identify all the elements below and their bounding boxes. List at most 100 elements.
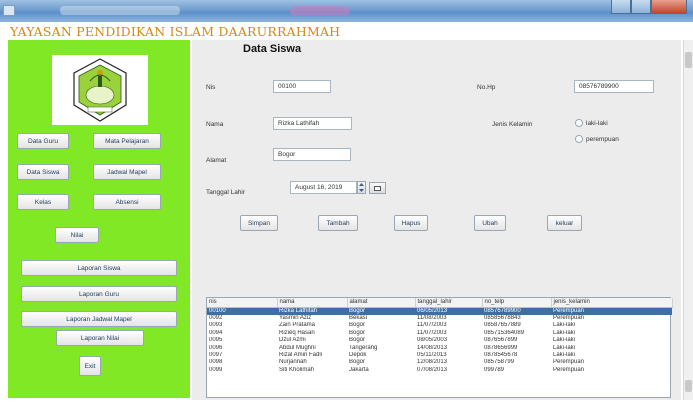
table-cell: Rizieq Hasan <box>279 329 315 336</box>
table-header: nis nama alamat tanggal_lahir no_telp jenis_k… <box>207 298 673 308</box>
table-cell: 0096 <box>209 344 223 351</box>
table-cell: Bekasi <box>349 314 368 321</box>
minimize-button[interactable] <box>611 0 631 14</box>
column-header[interactable]: no_telp <box>482 298 552 308</box>
close-button[interactable] <box>651 0 687 14</box>
table-cell: 0878656999 <box>484 344 518 351</box>
table-cell: 0876567899 <box>484 337 518 344</box>
table-cell: 099789 <box>484 366 505 373</box>
table-cell: Depok <box>349 351 367 358</box>
tanggal-lahir-label: Tanggal Lahir <box>206 189 246 196</box>
scrollbar-thumb[interactable] <box>685 52 692 68</box>
table-cell: 0092 <box>209 314 223 321</box>
exit-button[interactable]: Exit <box>79 356 101 376</box>
laki-laki-radio[interactable] <box>575 119 583 127</box>
alamat-field[interactable]: Bogor <box>273 148 351 161</box>
nama-label: Nama <box>206 121 224 128</box>
table-cell: Jakarta <box>349 366 369 373</box>
table-row[interactable]: 0098 Nurjannah Bogor 12/08/2013 085758799 Per… <box>207 359 672 366</box>
school-logo-icon <box>73 58 127 122</box>
table-cell: 08576789900 <box>482 307 551 315</box>
data-guru-button[interactable]: Data Guru <box>17 133 69 149</box>
window-controls <box>611 0 687 14</box>
perempuan-radio-label: perempuan <box>586 136 619 143</box>
org-title: YAYASAN PENDIDIKAN ISLAM DAARURRAHMAH <box>10 24 341 39</box>
table-cell: 12/08/2013 <box>417 359 448 366</box>
table-row[interactable]: 0096 Abdul Mughni Tangerang 14/08/2013 08786… <box>207 345 672 352</box>
absensi-button[interactable]: Absensi <box>93 194 161 210</box>
table-row[interactable]: 00100 Rizka Lathifah Bogor 06/05/2013 085767… <box>207 307 672 315</box>
maximize-button[interactable] <box>631 0 651 14</box>
perempuan-radio[interactable] <box>575 135 583 143</box>
table-cell: 0095 <box>209 337 223 344</box>
keluar-button[interactable]: keluar <box>547 215 582 231</box>
vertical-scrollbar[interactable] <box>683 40 693 400</box>
table-cell: Laki-laki <box>553 344 576 351</box>
table-cell: Bogor <box>349 329 366 336</box>
alamat-label: Alamat <box>206 157 227 164</box>
column-header[interactable]: nis <box>207 298 278 308</box>
column-header[interactable]: jenis_kelamin <box>551 298 673 308</box>
table-cell: 0097 <box>209 351 223 358</box>
table-row[interactable]: 0092 Yasmin Aziz Bekasi 11/08/2003 085856788… <box>207 315 672 322</box>
data-siswa-button[interactable]: Data Siswa <box>17 164 69 180</box>
table-cell: 06/05/2013 <box>415 307 482 315</box>
kelas-button[interactable]: Kelas <box>17 194 69 210</box>
mata-pelajaran-button[interactable]: Mata Pelajaran <box>93 133 161 149</box>
table-cell: 11/08/2003 <box>417 314 447 321</box>
laporan-jadwal-mapel-button[interactable]: Laporan Jadwal Mapel <box>21 311 177 327</box>
nis-label: Nis <box>206 84 216 91</box>
table-cell: 0098 <box>209 359 223 366</box>
simpan-button[interactable]: Simpan <box>240 215 278 231</box>
table-body: 00100 Rizka Lathifah Bogor 06/05/2013 085767… <box>207 307 672 374</box>
table-cell: Perempuan <box>553 314 585 321</box>
table-cell: 08585678843 <box>484 314 521 321</box>
table-row[interactable]: 0099 Siti Kholimah Jakarta 07/08/2013 099789… <box>207 367 672 374</box>
column-header[interactable]: nama <box>277 298 348 308</box>
spinner-arrows-icon <box>359 183 364 192</box>
column-header[interactable]: alamat <box>347 298 416 308</box>
table-cell: Nurjannah <box>279 359 307 366</box>
table-cell: 08587657889 <box>484 322 521 329</box>
tanggal-lahir-field[interactable]: August 16, 2019 <box>290 181 357 194</box>
table-cell: Bogor <box>349 337 366 344</box>
laporan-guru-button[interactable]: Laporan Guru <box>21 286 177 302</box>
ubah-button[interactable]: Ubah <box>474 215 506 231</box>
window-titlebar[interactable] <box>0 0 693 22</box>
nama-field[interactable]: Rizka Lathifah <box>273 117 352 130</box>
table-cell: 07/08/2013 <box>417 366 448 373</box>
siswa-table[interactable]: nis nama alamat tanggal_lahir no_telp jenis_k… <box>206 297 673 398</box>
table-cell: 0093 <box>209 322 223 329</box>
nis-field[interactable]: 00100 <box>273 80 331 93</box>
table-cell: 085715364089 <box>484 329 525 336</box>
spinner-icon[interactable] <box>357 181 366 194</box>
table-cell: Zain Pratama <box>279 322 316 329</box>
tambah-button[interactable]: Tambah <box>318 215 358 231</box>
table-cell: Bogor <box>349 322 366 329</box>
table-cell: 11/07/2003 <box>417 329 447 336</box>
hapus-button[interactable]: Hapus <box>394 215 428 231</box>
table-row[interactable]: 0094 Rizieq Hasan Bogor 11/07/2003 085715364… <box>207 330 672 337</box>
table-cell: 00100 <box>207 307 277 315</box>
table-cell: Siti Kholimah <box>279 366 315 373</box>
no-hp-field[interactable]: 08576789900 <box>574 80 654 93</box>
calendar-icon <box>374 185 381 191</box>
table-row[interactable]: 0097 Rizal Amin Fadli Depok 05/11/2013 08785… <box>207 352 672 359</box>
column-header[interactable]: tanggal_lahir <box>415 298 483 308</box>
laporan-nilai-button[interactable]: Laporan Nilai <box>56 330 144 346</box>
table-cell: Laki-laki <box>553 322 576 329</box>
table-cell: Abdul Mughni <box>279 344 316 351</box>
table-cell: 08/05/2003 <box>417 337 448 344</box>
scrollbar-thumb-bottom[interactable] <box>685 380 692 392</box>
school-logo <box>52 55 148 125</box>
jenis-kelamin-label: Jenis Kelamin <box>492 121 533 128</box>
nilai-button[interactable]: Nilai <box>55 227 99 243</box>
table-row[interactable]: 0095 Dzul Azmi Bogor 08/05/2003 0876567899 La… <box>207 337 672 344</box>
laporan-siswa-button[interactable]: Laporan Siswa <box>21 260 177 276</box>
jadwal-mapel-button[interactable]: Jadwal Mapel <box>93 164 161 180</box>
table-row[interactable]: 0093 Zain Pratama Bogor 11/07/2003 085876578… <box>207 322 672 329</box>
laki-laki-radio-label: laki-laki <box>586 120 608 127</box>
calendar-button[interactable] <box>369 182 386 194</box>
table-cell: Rizka Lathifah <box>277 307 347 315</box>
sidebar: Data Guru Mata Pelajaran Data Siswa Jadw… <box>8 40 190 398</box>
